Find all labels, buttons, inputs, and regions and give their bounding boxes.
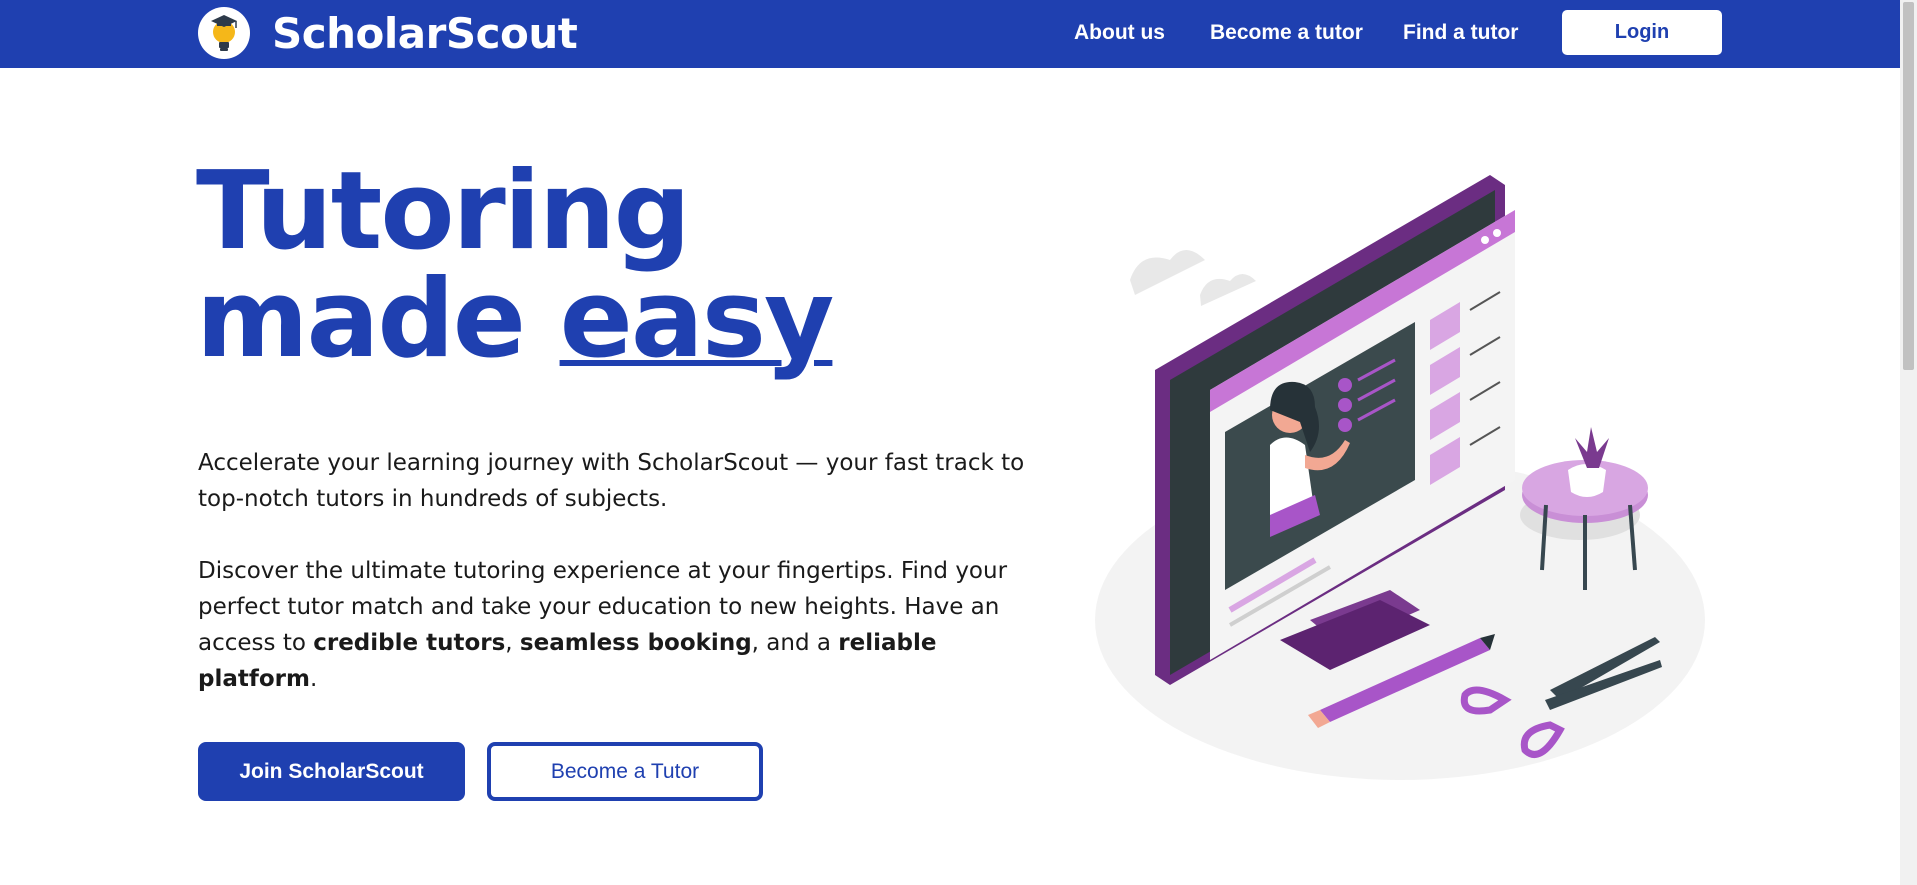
join-scholarscout-button[interactable]: Join ScholarScout xyxy=(198,742,465,801)
become-a-tutor-button[interactable]: Become a Tutor xyxy=(487,742,763,801)
hero-title-emphasis: easy xyxy=(559,257,835,382)
hero-title: Tutoring made easy xyxy=(196,158,834,374)
brand-link[interactable]: ScholarScout xyxy=(198,7,578,59)
hero-intro-paragraph: Accelerate your learning journey with Sc… xyxy=(198,450,1025,512)
nav-find-a-tutor[interactable]: Find a tutor xyxy=(1403,21,1518,45)
hero-title-line1: Tutoring xyxy=(196,149,691,274)
hero-title-line2-prefix: made xyxy=(196,257,560,382)
top-navbar: ScholarScout About us Become a tutor Fin… xyxy=(0,0,1900,68)
seamless-booking-text: seamless booking xyxy=(519,630,752,656)
details-sep2: , and a xyxy=(751,630,839,656)
scrollbar-thumb[interactable] xyxy=(1903,2,1914,370)
brand-name: ScholarScout xyxy=(272,8,578,58)
details-sep1: , xyxy=(505,630,520,656)
hero-details-paragraph: Discover the ultimate tutoring experienc… xyxy=(198,553,1038,697)
online-tutoring-illustration xyxy=(1090,170,1710,790)
details-line1: Discover the ultimate tutoring experienc… xyxy=(198,558,1008,584)
credible-tutors-text: credible tutors xyxy=(313,630,506,656)
lightbulb-graduate-icon xyxy=(198,7,250,59)
nav-about-us[interactable]: About us xyxy=(1074,21,1165,45)
page-scrollbar[interactable] xyxy=(1900,0,1917,885)
nav-become-a-tutor[interactable]: Become a tutor xyxy=(1210,21,1363,45)
details-end: . xyxy=(309,666,318,692)
login-button[interactable]: Login xyxy=(1562,10,1722,55)
